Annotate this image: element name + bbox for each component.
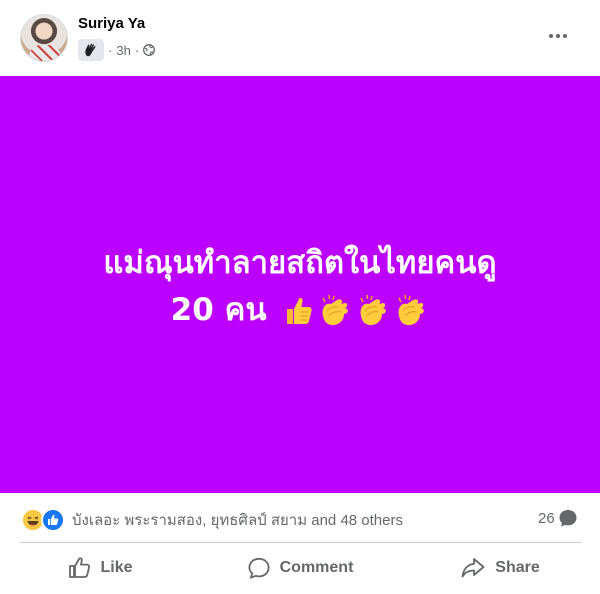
author-name[interactable]: Suriya Ya	[78, 15, 145, 32]
more-dot-icon	[549, 34, 553, 38]
post-text-background[interactable]: แม่ณุนทำลายสถิตในไทยคนดู 20 คน	[0, 76, 600, 493]
share-icon	[461, 558, 485, 578]
post-text: แม่ณุนทำลายสถิตในไทยคนดู 20 คน	[103, 240, 496, 334]
share-label: Share	[495, 559, 540, 576]
like-button[interactable]: Like	[0, 543, 200, 593]
post-text-line-2: 20 คน	[170, 291, 267, 328]
reaction-icons[interactable]	[21, 508, 67, 532]
author-avatar[interactable]	[20, 14, 68, 62]
avatar-shirt	[29, 45, 61, 61]
clapping-hands-icon	[360, 294, 387, 326]
like-icon	[69, 557, 91, 578]
post-header: Suriya Ya · 3h ·	[0, 0, 600, 76]
post-meta: · 3h ·	[78, 39, 156, 61]
post-separator-2: ·	[134, 42, 140, 58]
emoji-row	[283, 294, 429, 328]
comment-icon	[248, 557, 270, 579]
post-text-line-1: แม่ณุนทำลายสถิตในไทยคนดู	[103, 244, 497, 281]
comment-count[interactable]: 26	[538, 508, 578, 528]
reaction-names[interactable]: บังเลอะ พระรามสอง, ยุทธศิลป์ สยาม and 48…	[72, 508, 403, 532]
thumbs-up-icon	[287, 297, 312, 324]
clapping-hands-icon	[398, 294, 425, 326]
wave-hand-icon[interactable]	[78, 39, 104, 61]
action-bar: Like Comment Share	[0, 543, 600, 593]
reactions-bar: บังเลอะ พระรามสอง, ยุทธศิลป์ สยาม and 48…	[0, 494, 600, 542]
like-label: Like	[100, 559, 133, 576]
comment-label: Comment	[279, 559, 354, 576]
post-text-line-2-row: 20 คน	[103, 287, 496, 334]
clapping-hands-icon	[322, 294, 349, 326]
globe-icon[interactable]	[143, 44, 156, 56]
post-separator: ·	[108, 42, 113, 58]
comment-count-value: 26	[538, 509, 555, 527]
more-dot-icon	[563, 34, 567, 38]
more-options-button[interactable]	[542, 24, 574, 48]
comment-button[interactable]: Comment	[200, 543, 400, 593]
post-card: Suriya Ya · 3h · แม่ณุนทำลายสถิตในไทยคนด…	[0, 0, 600, 594]
share-button[interactable]: Share	[400, 543, 600, 593]
comment-bubble-icon	[559, 510, 577, 527]
like-reaction-icon	[41, 508, 65, 532]
post-time[interactable]: 3h	[116, 43, 130, 58]
more-dot-icon	[556, 34, 560, 38]
